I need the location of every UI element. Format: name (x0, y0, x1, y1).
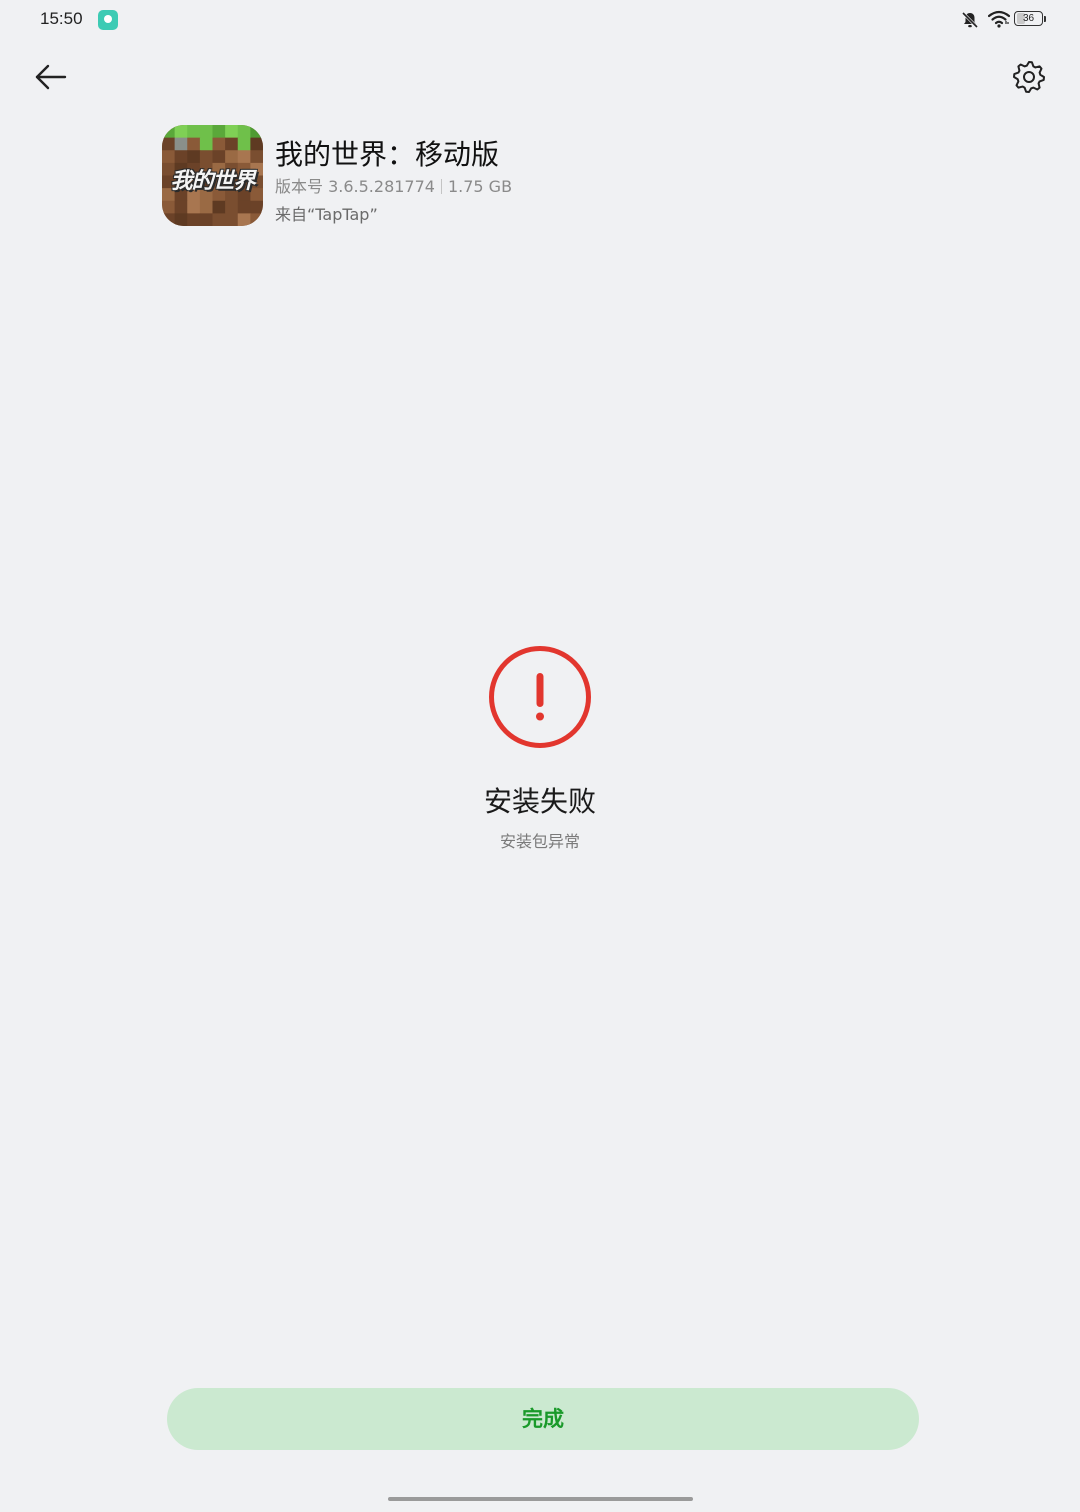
wifi-icon (988, 10, 1010, 28)
app-icon: 我的世界 (162, 125, 263, 226)
status-time: 15:50 (40, 9, 83, 28)
bell-off-icon (961, 11, 979, 29)
install-status: 安装失败 安装包异常 (0, 642, 1080, 862)
done-button[interactable]: 完成 (167, 1388, 919, 1450)
app-source: 来自“TapTap” (275, 205, 378, 224)
app-icon-logo-text: 我的世界 (170, 169, 255, 194)
settings-button[interactable] (1008, 56, 1050, 98)
notification-app-icon (98, 10, 118, 30)
arrow-left-icon (35, 64, 67, 90)
battery-icon: 36 (1014, 11, 1048, 28)
gear-icon (1013, 61, 1045, 93)
exclamation-circle-icon (489, 646, 591, 748)
status-subtitle: 安装包异常 (499, 832, 580, 851)
status-title: 安装失败 (483, 785, 596, 818)
meta-divider (440, 179, 442, 194)
battery-text: 36 (1022, 13, 1035, 24)
home-indicator[interactable] (388, 1497, 693, 1501)
app-meta: 版本号 3.6.5.281774 1.75 GB (275, 173, 512, 197)
status-bar: 15:50 36 (0, 0, 1080, 42)
app-version: 版本号 3.6.5.281774 (275, 177, 435, 196)
back-button[interactable] (30, 58, 72, 98)
app-size: 1.75 GB (447, 177, 513, 196)
app-title: 我的世界：移动版 (275, 138, 500, 171)
app-header: 我的世界 我的世界：移动版 版本号 3.6.5.281774 1.75 GB 来自… (162, 125, 862, 227)
